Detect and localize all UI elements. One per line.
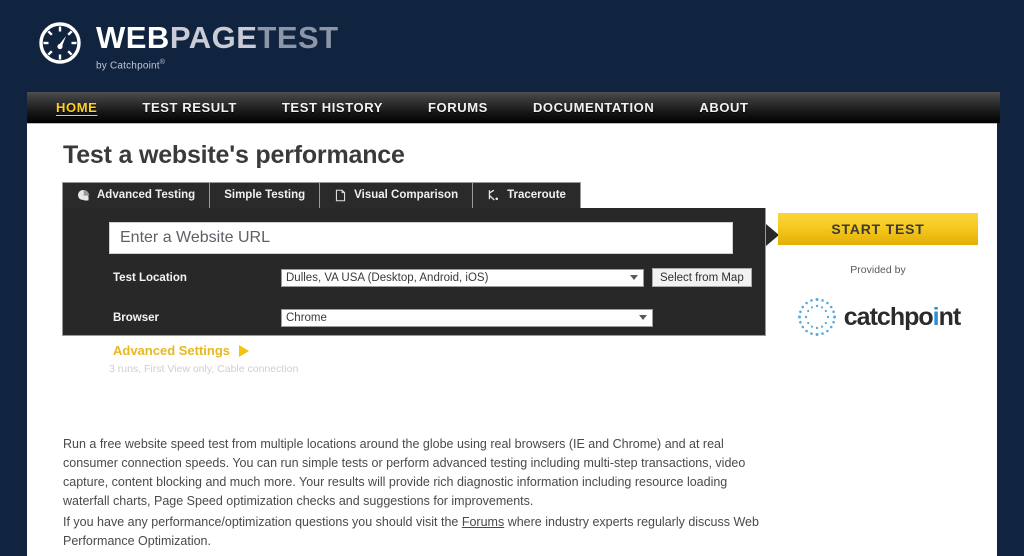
test-location-row: Test Location Dulles, VA USA (Desktop, A… (113, 268, 752, 287)
logo-title-web: WEB (96, 20, 170, 55)
tab-traceroute[interactable]: Traceroute (472, 182, 581, 209)
test-location-label: Test Location (113, 271, 187, 284)
nav-item-forums[interactable]: FORUMS (428, 100, 488, 115)
url-input[interactable] (109, 222, 733, 254)
logo-title-page: PAGE (169, 20, 258, 55)
logo-title-test: TEST (257, 20, 339, 55)
catchpoint-wordmark-a: catchpo (843, 302, 934, 331)
right-triangle-icon (239, 344, 250, 357)
testing-mode-tabs: Advanced Testing Simple Testing Visual C… (62, 182, 581, 209)
forums-paragraph: If you have any performance/optimization… (63, 513, 763, 551)
main-navigation: HOME TEST RESULT TEST HISTORY FORUMS DOC… (27, 92, 1000, 123)
provided-by-label: Provided by (850, 264, 906, 276)
logo-tagline: by Catchpoint® (96, 59, 339, 71)
pie-chart-icon (77, 189, 90, 201)
logo-registered-mark: ® (159, 59, 166, 66)
nav-item-documentation[interactable]: DOCUMENTATION (533, 100, 654, 115)
content-area: Test a website's performance Advanced Te… (27, 123, 997, 556)
intro-paragraph: Run a free website speed test from multi… (63, 437, 746, 508)
logo-wordmark: WEBPAGETEST by Catchpoint® (96, 17, 339, 71)
nav-item-about[interactable]: ABOUT (699, 100, 748, 115)
browser-label: Browser (113, 311, 160, 324)
site-header: WEBPAGETEST by Catchpoint® (0, 0, 1024, 92)
select-from-map-button[interactable]: Select from Map (652, 268, 752, 287)
tab-advanced-testing[interactable]: Advanced Testing (62, 182, 210, 209)
advanced-settings-label: Advanced Settings (113, 343, 231, 358)
advanced-settings-summary: 3 runs, First View only, Cable connectio… (109, 363, 299, 375)
tab-visual-comparison[interactable]: Visual Comparison (319, 182, 473, 209)
site-logo[interactable]: WEBPAGETEST by Catchpoint® (36, 17, 339, 71)
catchpoint-burst-icon (797, 298, 836, 336)
test-location-select-wrap: Dulles, VA USA (Desktop, Android, iOS) (281, 268, 644, 287)
logo-tagline-text: by Catchpoint (96, 60, 160, 72)
test-configuration-panel: Test Location Dulles, VA USA (Desktop, A… (62, 208, 766, 375)
tab-traceroute-label: Traceroute (507, 188, 566, 201)
forums-link[interactable]: Forums (462, 515, 504, 529)
advanced-settings-toggle[interactable]: Advanced Settings (113, 343, 250, 358)
nav-item-test-result[interactable]: TEST RESULT (142, 100, 236, 115)
logo-title: WEBPAGETEST (96, 22, 339, 53)
catchpoint-wordmark-b: nt (938, 302, 962, 331)
forums-paragraph-before: If you have any performance/optimization… (63, 515, 462, 529)
branching-path-icon (488, 189, 499, 201)
catchpoint-wordmark: catchpoint (843, 302, 962, 332)
browser-select[interactable]: Chrome (281, 309, 653, 327)
start-test-button[interactable]: START TEST (778, 213, 978, 245)
tab-simple-testing[interactable]: Simple Testing (209, 182, 320, 209)
nav-item-home[interactable]: HOME (56, 100, 97, 115)
tab-advanced-testing-label: Advanced Testing (97, 188, 196, 201)
tab-simple-testing-label: Simple Testing (224, 188, 306, 201)
tab-visual-comparison-label: Visual Comparison (354, 188, 459, 201)
browser-row: Browser Chrome (113, 308, 653, 327)
page-title: Test a website's performance (63, 141, 405, 169)
catchpoint-logo: catchpoint (778, 294, 978, 340)
test-location-select[interactable]: Dulles, VA USA (Desktop, Android, iOS) (281, 269, 644, 287)
nav-item-test-history[interactable]: TEST HISTORY (282, 100, 383, 115)
page-root: WEBPAGETEST by Catchpoint® HOME TEST RES… (0, 0, 1024, 556)
page-document-icon (336, 189, 346, 202)
speedometer-gauge-icon (39, 22, 81, 64)
browser-select-wrap: Chrome (281, 308, 653, 327)
